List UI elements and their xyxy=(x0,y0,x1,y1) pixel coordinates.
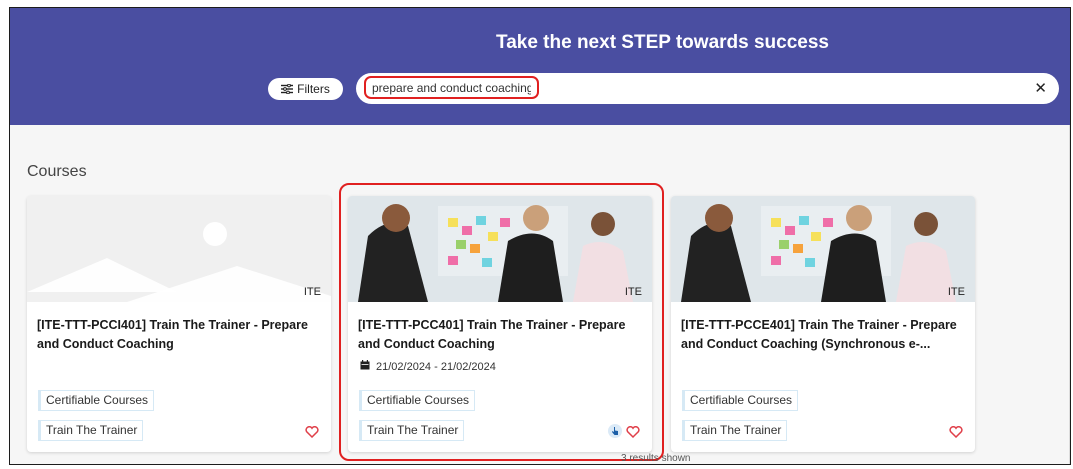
course-date: 21/02/2024 - 21/02/2024 xyxy=(360,360,496,373)
tag-train-the-trainer[interactable]: Train The Trainer xyxy=(682,420,788,441)
tag-train-the-trainer[interactable]: Train The Trainer xyxy=(359,420,465,441)
filter-sliders-icon xyxy=(281,84,294,94)
heart-icon[interactable] xyxy=(949,426,963,438)
scrollbar-track[interactable] xyxy=(1069,125,1070,464)
course-card[interactable]: ITE [ITE-TTT-PCC401] Train The Trainer -… xyxy=(348,196,652,452)
search-input[interactable] xyxy=(364,76,539,99)
provider-badge: ITE xyxy=(624,286,642,298)
course-title[interactable]: [ITE-TTT-PCC401] Train The Trainer - Pre… xyxy=(358,316,643,354)
heart-icon[interactable] xyxy=(626,426,640,438)
heart-icon[interactable] xyxy=(305,426,319,438)
course-card[interactable]: ITE [ITE-TTT-PCCI401] Train The Trainer … xyxy=(27,196,331,452)
course-photo xyxy=(671,196,975,302)
course-title[interactable]: [ITE-TTT-PCCE401] Train The Trainer - Pr… xyxy=(681,316,966,354)
tag-certifiable-courses[interactable]: Certifiable Courses xyxy=(38,390,155,411)
hero-title: Take the next STEP towards success xyxy=(496,32,829,53)
hand-pointer-icon xyxy=(608,424,622,438)
provider-badge: ITE xyxy=(947,286,965,298)
calendar-icon xyxy=(360,360,370,373)
course-date-text: 21/02/2024 - 21/02/2024 xyxy=(376,360,496,373)
tag-certifiable-courses[interactable]: Certifiable Courses xyxy=(682,390,799,411)
tag-train-the-trainer[interactable]: Train The Trainer xyxy=(38,420,144,441)
provider-badge: ITE xyxy=(303,286,321,298)
search-hero: Take the next STEP towards success Filte… xyxy=(10,8,1070,125)
filters-button[interactable]: Filters xyxy=(268,78,343,100)
app-frame: Take the next STEP towards success Filte… xyxy=(9,7,1071,465)
results-count: 3 results shown xyxy=(621,453,691,464)
section-title: Courses xyxy=(27,163,87,180)
filters-label: Filters xyxy=(297,82,330,96)
search-box: ✕ xyxy=(356,73,1059,104)
course-placeholder-image xyxy=(27,196,331,302)
course-title[interactable]: [ITE-TTT-PCCI401] Train The Trainer - Pr… xyxy=(37,316,322,354)
tag-certifiable-courses[interactable]: Certifiable Courses xyxy=(359,390,476,411)
course-photo xyxy=(348,196,652,302)
close-icon[interactable]: ✕ xyxy=(1034,79,1047,97)
course-card[interactable]: ITE [ITE-TTT-PCCE401] Train The Trainer … xyxy=(671,196,975,452)
